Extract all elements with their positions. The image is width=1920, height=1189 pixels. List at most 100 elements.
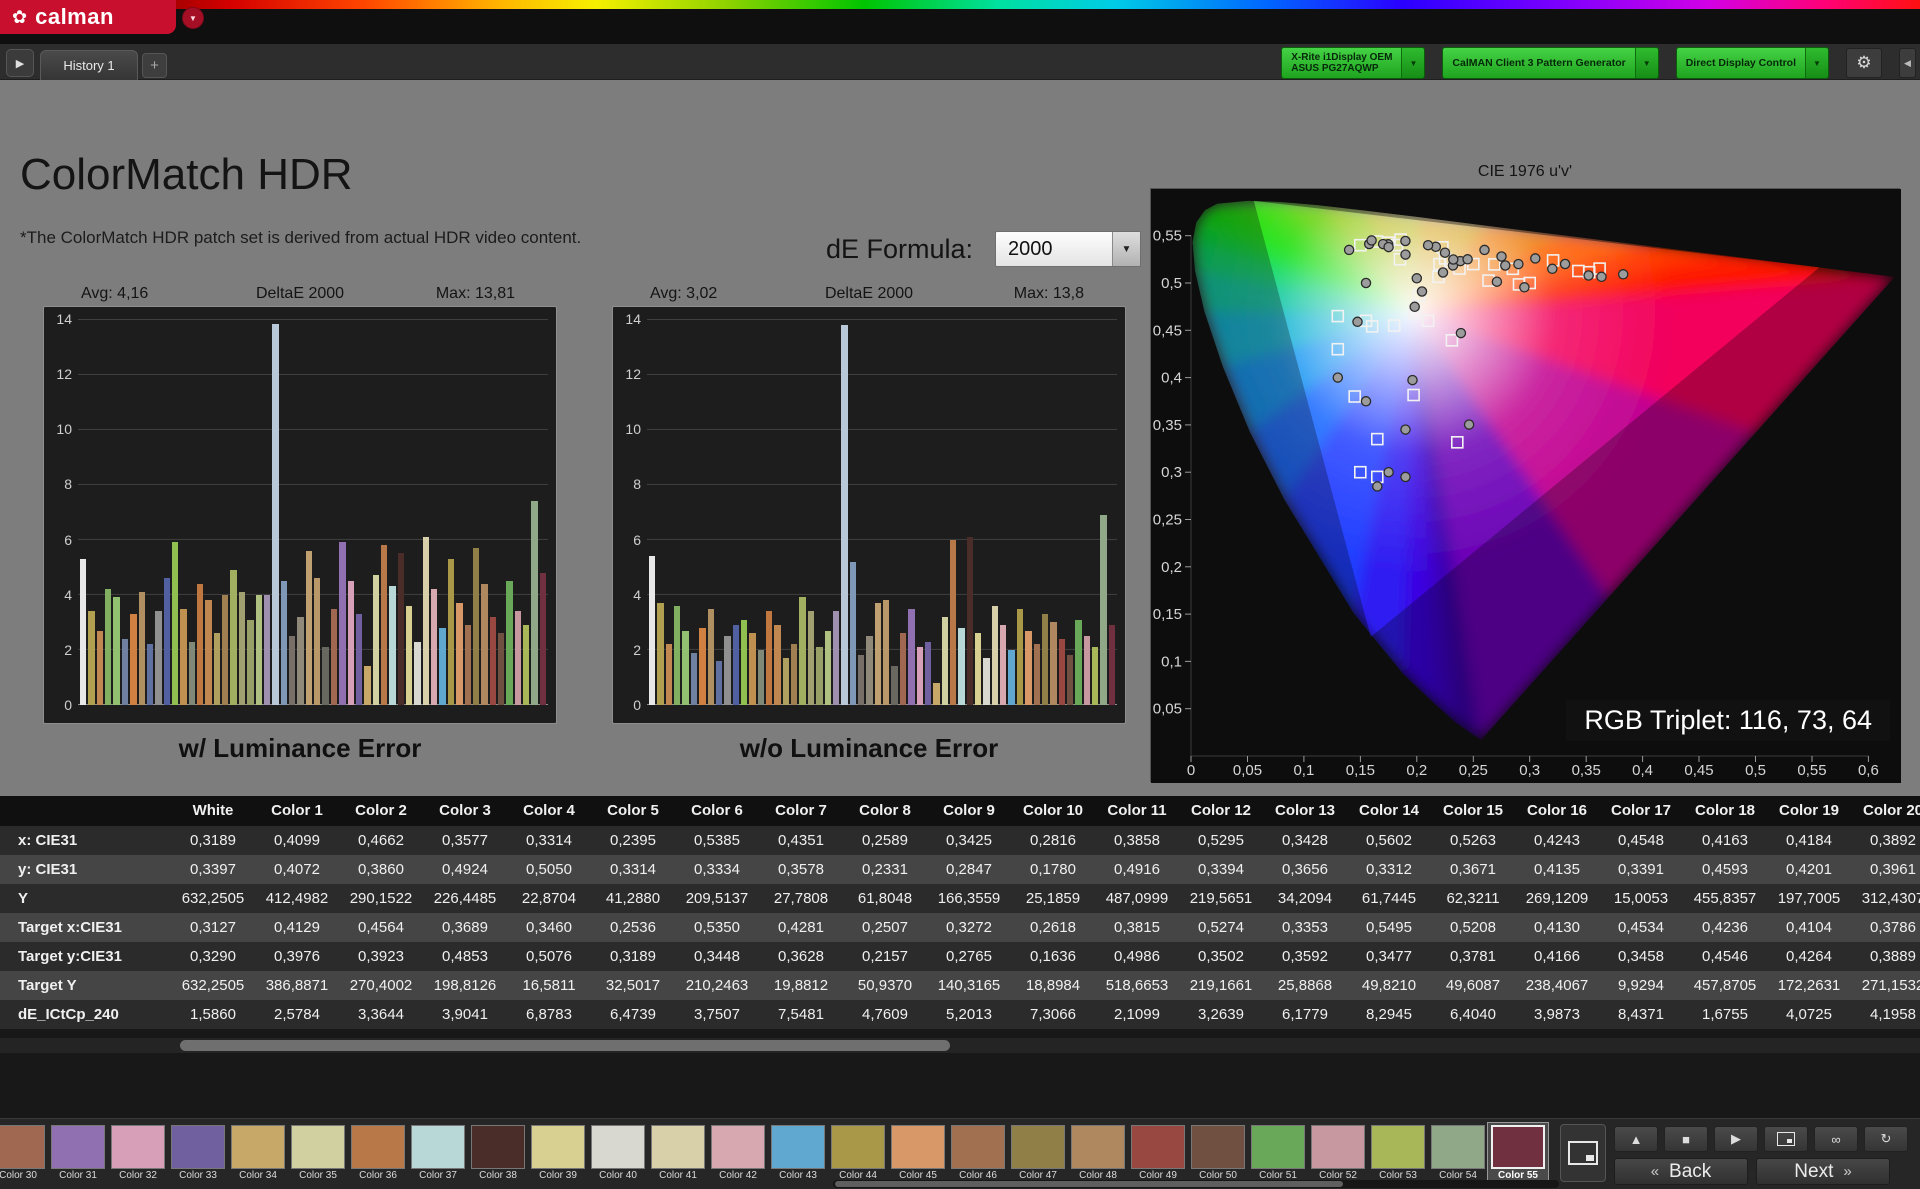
de-bar <box>715 660 723 705</box>
table-horizontal-scrollbar[interactable] <box>0 1038 1920 1053</box>
meter-line2: ASUS PG27AQWP <box>1291 63 1379 74</box>
meter-device-button[interactable]: X-Rite i1Display OEM ASUS PG27AQWP ▼ <box>1281 47 1426 79</box>
scrollbar-handle[interactable] <box>835 1181 1343 1187</box>
patch-swatch-color-39[interactable]: Color 39 <box>528 1123 588 1185</box>
chevron-down-icon[interactable]: ▼ <box>1401 48 1425 78</box>
column-header: Color 3 <box>439 802 491 819</box>
table-row: x: CIE31 0,3189 0,4099 0,4662 0,3577 0,3314 0,… <box>0 826 1920 855</box>
patch-color <box>951 1125 1005 1169</box>
logo-menu-button[interactable]: ▼ <box>182 7 204 29</box>
scrollbar-handle[interactable] <box>180 1040 950 1051</box>
continuous-measure-button[interactable]: ∞ <box>1814 1126 1858 1152</box>
row-label-header <box>0 796 171 826</box>
patch-swatch-color-38[interactable]: Color 38 <box>468 1123 528 1185</box>
de-bar <box>665 644 673 705</box>
table-cell: 7,3066 <box>1030 1006 1076 1023</box>
table-cell: 25,1859 <box>1025 890 1081 907</box>
de-bar <box>439 627 446 705</box>
patch-label: Color 35 <box>299 1170 337 1181</box>
patch-swatch-color-51[interactable]: Color 51 <box>1248 1123 1308 1185</box>
patch-swatch-color-47[interactable]: Color 47 <box>1008 1123 1068 1185</box>
tab-history-1[interactable]: History 1 <box>40 50 138 80</box>
de-bar <box>1066 655 1074 705</box>
table-cell: 0,5076 <box>526 948 572 965</box>
table-cell: 62,3211 <box>1446 890 1500 907</box>
patch-swatch-color-30[interactable]: Color 30 <box>0 1123 48 1185</box>
patch-swatch-color-49[interactable]: Color 49 <box>1128 1123 1188 1185</box>
page-title: ColorMatch HDR <box>20 150 353 199</box>
table-cell: 386,8871 <box>265 977 329 994</box>
patch-swatch-color-48[interactable]: Color 48 <box>1068 1123 1128 1185</box>
table-cell: 0,3127 <box>190 919 236 936</box>
de-bar <box>414 641 421 705</box>
patch-swatch-color-41[interactable]: Color 41 <box>648 1123 708 1185</box>
row-label: Target x:CIE31 <box>18 919 122 936</box>
patch-swatch-color-54[interactable]: Color 54 <box>1428 1123 1488 1185</box>
patch-swatch-color-40[interactable]: Color 40 <box>588 1123 648 1185</box>
patch-swatch-color-32[interactable]: Color 32 <box>108 1123 168 1185</box>
tab-nav-button[interactable]: ▶ <box>6 49 34 77</box>
patch-color <box>711 1125 765 1169</box>
svg-text:0,6: 0,6 <box>1858 762 1879 779</box>
de-formula-dropdown[interactable]: 2000 ▼ <box>995 231 1141 267</box>
de-bar <box>372 575 379 705</box>
title-bar <box>0 0 1920 44</box>
patch-swatch-color-43[interactable]: Color 43 <box>768 1123 828 1185</box>
patch-swatch-color-36[interactable]: Color 36 <box>348 1123 408 1185</box>
patch-swatch-color-31[interactable]: Color 31 <box>48 1123 108 1185</box>
patch-color <box>411 1125 465 1169</box>
table-cell: 15,0053 <box>1613 890 1669 907</box>
chart-right-header: Avg: 3,02 DeltaE 2000 Max: 13,8 <box>612 281 1126 303</box>
de-bar <box>171 542 179 705</box>
patch-swatch-color-53[interactable]: Color 53 <box>1368 1123 1428 1185</box>
patch-swatch-color-52[interactable]: Color 52 <box>1308 1123 1368 1185</box>
scroll-up-button[interactable]: ▲ <box>1614 1126 1658 1152</box>
pattern-toggle-button[interactable] <box>1764 1126 1808 1152</box>
next-button[interactable]: Next » <box>1756 1158 1890 1185</box>
de-bar <box>138 591 145 705</box>
de-bar <box>238 591 246 705</box>
de-bar <box>949 539 957 705</box>
svg-text:0,2: 0,2 <box>1406 762 1427 779</box>
chevron-down-icon[interactable]: ▼ <box>1805 48 1828 78</box>
patch-swatch-color-50[interactable]: Color 50 <box>1188 1123 1248 1185</box>
de-bar <box>339 542 346 705</box>
column-header: Color 6 <box>691 802 743 819</box>
pattern-window-button[interactable] <box>1560 1124 1606 1182</box>
patch-swatch-color-34[interactable]: Color 34 <box>228 1123 288 1185</box>
chevron-down-icon[interactable]: ▼ <box>1634 48 1658 78</box>
patch-swatch-color-42[interactable]: Color 42 <box>708 1123 768 1185</box>
patch-swatch-color-37[interactable]: Color 37 <box>408 1123 468 1185</box>
loop-button[interactable]: ↻ <box>1864 1126 1908 1152</box>
table-cell: 0,4163 <box>1702 832 1748 849</box>
chart-right-plot: 0 2 4 6 8 10 12 14 <box>612 306 1126 724</box>
de-bar <box>1050 622 1057 705</box>
table-cell: 0,3314 <box>526 832 572 849</box>
table-cell: 0,2157 <box>862 948 908 965</box>
row-label: Target Y <box>18 977 77 994</box>
pattern-generator-button[interactable]: CalMAN Client 3 Pattern Generator ▼ <box>1442 47 1659 79</box>
display-control-button[interactable]: Direct Display Control ▼ <box>1675 47 1829 79</box>
calman-logo[interactable]: ✿ calman <box>0 0 176 34</box>
patch-list-scrollbar[interactable] <box>833 1180 1559 1188</box>
pattern-window-icon <box>1568 1141 1598 1165</box>
patch-swatch-color-45[interactable]: Color 45 <box>888 1123 948 1185</box>
patch-swatch-color-35[interactable]: Color 35 <box>288 1123 348 1185</box>
patch-swatch-color-44[interactable]: Color 44 <box>828 1123 888 1185</box>
play-button[interactable]: ▶ <box>1714 1126 1758 1152</box>
de-bar <box>456 603 463 705</box>
stop-button[interactable]: ■ <box>1664 1126 1708 1152</box>
de-bar <box>1083 636 1091 705</box>
table-cell: 0,3353 <box>1282 919 1328 936</box>
back-button[interactable]: « Back <box>1614 1158 1748 1185</box>
add-tab-button[interactable]: + <box>142 53 167 78</box>
patch-swatch-color-46[interactable]: Color 46 <box>948 1123 1008 1185</box>
table-cell: 4,1958 <box>1870 1006 1916 1023</box>
patch-color <box>1251 1125 1305 1169</box>
collapse-panel-button[interactable]: ◀ <box>1899 48 1916 78</box>
patch-swatch-color-33[interactable]: Color 33 <box>168 1123 228 1185</box>
patch-color <box>1431 1125 1485 1169</box>
patch-swatch-color-55[interactable]: Color 55 <box>1487 1122 1549 1186</box>
settings-button[interactable]: ⚙ <box>1846 48 1882 78</box>
de-bar <box>874 603 882 705</box>
